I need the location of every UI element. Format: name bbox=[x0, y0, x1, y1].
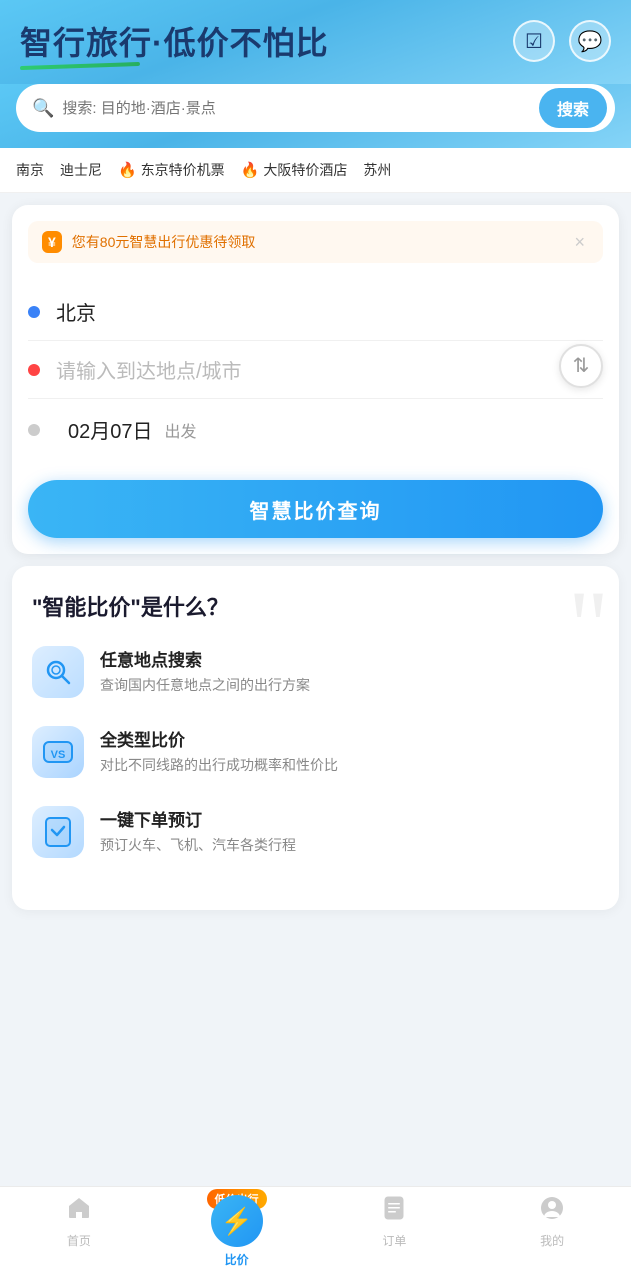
route-inputs: 北京 ⇅ 请输入到达地点/城市 02月07日 出发 bbox=[28, 283, 603, 448]
feature-search-icon bbox=[32, 646, 84, 698]
orders-icon bbox=[381, 1195, 407, 1228]
feature-compare-icon: VS bbox=[32, 726, 84, 778]
main-booking-card: ¥ 您有80元智慧出行优惠待领取 × 北京 ⇅ 请输入到达地点/城市 02月07… bbox=[12, 205, 619, 554]
feature-compare-text: 全类型比价 对比不同线路的出行成功概率和性价比 bbox=[100, 726, 338, 776]
message-icon: 💬 bbox=[578, 29, 603, 54]
promo-text: 您有80元智慧出行优惠待领取 bbox=[72, 232, 571, 252]
tag-osaka[interactable]: 🔥 大阪特价酒店 bbox=[241, 160, 348, 180]
nav-home-label: 首页 bbox=[67, 1232, 91, 1249]
date-row[interactable]: 02月07日 出发 bbox=[28, 399, 603, 448]
header-icons: ☑ 💬 bbox=[513, 20, 611, 62]
nav-profile-label: 我的 bbox=[540, 1232, 564, 1249]
tag-disney[interactable]: 迪士尼 bbox=[60, 160, 102, 180]
search-bar[interactable]: 🔍 搜索 bbox=[16, 84, 615, 132]
title-underline bbox=[20, 62, 140, 70]
nav-profile[interactable]: 我的 bbox=[473, 1195, 631, 1268]
tag-suzhou[interactable]: 苏州 bbox=[363, 160, 391, 180]
nav-orders[interactable]: 订单 bbox=[316, 1195, 474, 1268]
feature-compare: VS 全类型比价 对比不同线路的出行成功概率和性价比 bbox=[32, 726, 599, 778]
nav-compare[interactable]: 低价出行 ⚡ 比价 bbox=[158, 1195, 316, 1268]
header: 智行旅行·低价不怕比 ☑ 💬 bbox=[0, 0, 631, 84]
search-input[interactable] bbox=[62, 100, 539, 117]
search-icon: 🔍 bbox=[32, 98, 54, 119]
nav-home[interactable]: 首页 bbox=[0, 1195, 158, 1268]
fire-icon-1: 🔥 bbox=[118, 161, 137, 179]
nav-orders-label: 订单 bbox=[382, 1232, 406, 1249]
calendar-icon-btn[interactable]: ☑ bbox=[513, 20, 555, 62]
fire-icon-2: 🔥 bbox=[241, 161, 260, 179]
from-city: 北京 bbox=[56, 297, 96, 326]
profile-icon bbox=[539, 1195, 565, 1228]
to-row[interactable]: 请输入到达地点/城市 bbox=[28, 341, 603, 399]
message-icon-btn[interactable]: 💬 bbox=[569, 20, 611, 62]
tags-row: 南京 迪士尼 🔥 东京特价机票 🔥 大阪特价酒店 苏州 bbox=[0, 148, 631, 193]
feature-search: 任意地点搜索 查询国内任意地点之间的出行方案 bbox=[32, 646, 599, 698]
compare-icon: ⚡ bbox=[220, 1206, 252, 1237]
to-placeholder: 请输入到达地点/城市 bbox=[56, 355, 242, 384]
svg-text:VS: VS bbox=[51, 749, 66, 761]
search-button[interactable]: 搜索 bbox=[539, 88, 607, 128]
feature-search-text: 任意地点搜索 查询国内任意地点之间的出行方案 bbox=[100, 646, 310, 696]
bottom-nav: 首页 低价出行 ⚡ 比价 订单 bbox=[0, 1186, 631, 1280]
info-title: "智能比价"是什么？ bbox=[32, 590, 599, 622]
tag-nanjing[interactable]: 南京 bbox=[16, 160, 44, 180]
search-bar-wrap: 🔍 搜索 bbox=[0, 84, 631, 148]
nav-compare-wrap: 低价出行 ⚡ bbox=[211, 1195, 263, 1251]
to-dot bbox=[28, 364, 40, 376]
date-dot bbox=[28, 424, 40, 436]
home-icon bbox=[66, 1195, 92, 1228]
promo-close-button[interactable]: × bbox=[570, 232, 589, 253]
tag-tokyo[interactable]: 🔥 东京特价机票 bbox=[118, 160, 225, 180]
info-section: " "智能比价"是什么？ 任意地点搜索 查询国内任意地点之间的出行方案 VS 全… bbox=[12, 566, 619, 910]
promo-yuan-icon: ¥ bbox=[42, 231, 62, 253]
feature-order-text: 一键下单预订 预订火车、飞机、汽车各类行程 bbox=[100, 806, 296, 856]
departure-date: 02月07日 bbox=[68, 415, 153, 444]
nav-compare-label: 比价 bbox=[225, 1251, 249, 1268]
from-row[interactable]: 北京 bbox=[28, 283, 603, 341]
smart-search-button[interactable]: 智慧比价查询 bbox=[28, 480, 603, 538]
from-dot bbox=[28, 306, 40, 318]
promo-banner: ¥ 您有80元智慧出行优惠待领取 × bbox=[28, 221, 603, 263]
feature-order-icon bbox=[32, 806, 84, 858]
app-title: 智行旅行·低价不怕比 bbox=[20, 18, 329, 64]
feature-order: 一键下单预订 预订火车、飞机、汽车各类行程 bbox=[32, 806, 599, 858]
calendar-icon: ☑ bbox=[525, 29, 543, 54]
depart-label: 出发 bbox=[165, 418, 197, 442]
nav-compare-bg: ⚡ bbox=[211, 1195, 263, 1247]
